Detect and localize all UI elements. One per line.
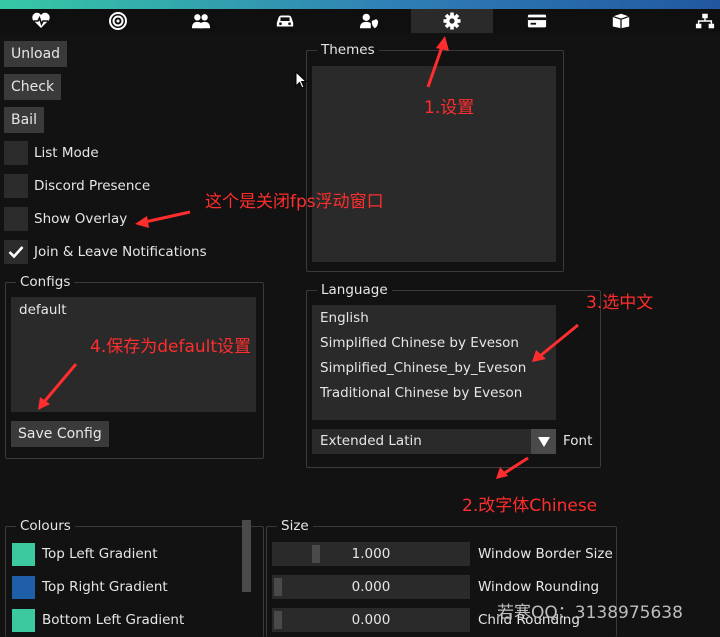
arrow-save bbox=[42, 363, 78, 403]
annotation-overlay-note: 这个是关闭fps浮动窗口 bbox=[205, 192, 384, 212]
annotation-settings: 1.设置 bbox=[424, 98, 475, 118]
annotation-save-default: 4.保存为default设置 bbox=[90, 337, 252, 357]
annotation-select-chinese: 3.选中文 bbox=[586, 293, 654, 313]
annotation-change-font: 2.改字体Chinese bbox=[462, 496, 598, 516]
arrow-settings bbox=[426, 43, 445, 88]
arrow-overlay bbox=[144, 210, 191, 224]
arrow-select-chinese bbox=[539, 323, 579, 358]
annotation-arrows bbox=[38, 36, 579, 479]
watermark: 若寒QQ：3138975638 bbox=[497, 603, 683, 623]
arrow-font bbox=[502, 456, 529, 476]
